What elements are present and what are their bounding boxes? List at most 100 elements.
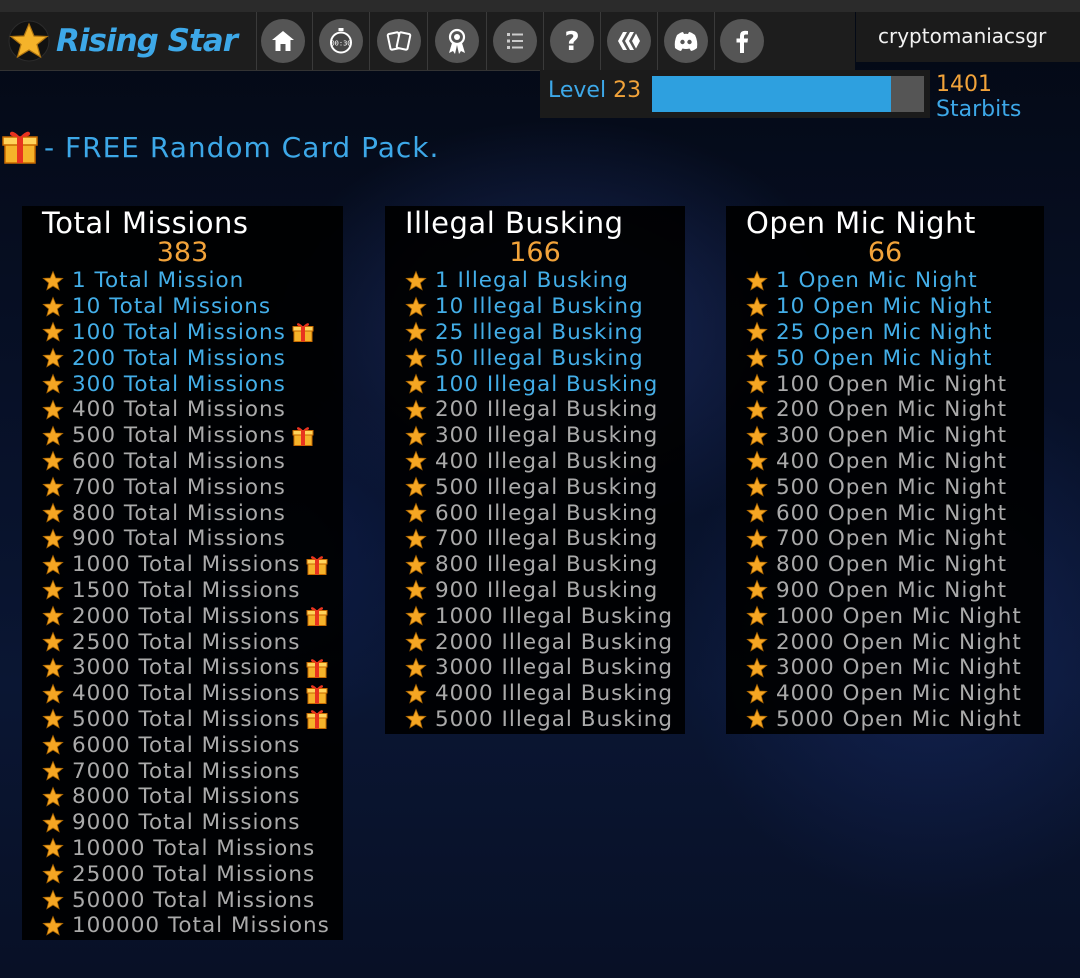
mission-label: 4000 Open Mic Night — [776, 681, 1022, 707]
gift-icon — [306, 555, 328, 575]
star-icon — [42, 657, 64, 678]
home-button[interactable] — [261, 19, 305, 63]
panel-total-missions: Total Missions 383 1 Total Mission 10 Tot… — [22, 206, 343, 940]
star-icon — [42, 476, 64, 497]
mission-item: 700 Illegal Busking — [405, 526, 673, 552]
mission-label: 900 Total Missions — [72, 526, 286, 552]
mission-label: 9000 Total Missions — [72, 810, 301, 836]
hive-button[interactable] — [607, 19, 651, 63]
mission-label: 100 Open Mic Night — [776, 371, 1008, 397]
star-icon — [746, 579, 768, 601]
mission-label: 3000 Illegal Busking — [435, 655, 673, 681]
star-icon — [405, 476, 427, 497]
free-pack-text: - FREE Random Card Pack. — [44, 130, 440, 164]
level-number: 23 — [613, 78, 642, 103]
award-icon — [448, 28, 466, 54]
mission-item: 25 Illegal Busking — [405, 320, 673, 346]
mission-label: 500 Total Missions — [72, 423, 286, 449]
level-label: Level 23 — [548, 78, 641, 103]
panel-title: Open Mic Night — [746, 206, 976, 240]
mission-label: 10 Illegal Busking — [435, 294, 644, 320]
mission-list: 1 Total Mission 10 Total Missions 100 Tota… — [42, 268, 330, 939]
list-icon — [507, 33, 523, 49]
star-icon — [42, 786, 64, 807]
help-button[interactable]: ? — [550, 19, 594, 63]
missions-timer-button[interactable]: 00:30 — [319, 19, 363, 63]
star-icon — [405, 373, 427, 394]
star-icon — [42, 708, 64, 730]
star-icon — [746, 425, 768, 446]
mission-item: 2000 Illegal Busking — [405, 629, 673, 655]
mission-label: 5000 Illegal Busking — [435, 706, 673, 732]
mission-item: 1 Total Mission — [42, 268, 330, 294]
mission-item: 3000 Illegal Busking — [405, 655, 673, 681]
mission-item: 500 Total Missions — [42, 423, 330, 449]
mission-label: 1 Illegal Busking — [435, 268, 629, 294]
mission-list: 1 Open Mic Night 10 Open Mic Night 25 Open… — [746, 268, 1022, 732]
star-icon — [42, 631, 64, 652]
mission-item: 1500 Total Missions — [42, 578, 330, 604]
username[interactable]: cryptomaniacsgr — [878, 24, 1046, 48]
mission-item: 400 Illegal Busking — [405, 449, 673, 475]
star-icon — [746, 296, 768, 317]
mission-item: 500 Open Mic Night — [746, 474, 1022, 500]
nav-separator — [312, 12, 313, 70]
mission-label: 1000 Open Mic Night — [776, 603, 1022, 629]
xp-progress-bar — [652, 76, 924, 112]
mission-label: 25 Illegal Busking — [435, 319, 644, 345]
star-icon — [746, 270, 768, 291]
mission-item: 1 Illegal Busking — [405, 268, 673, 294]
nav-separator — [600, 12, 601, 70]
mission-label: 900 Illegal Busking — [435, 577, 659, 603]
star-icon — [42, 321, 64, 343]
mission-item: 25 Open Mic Night — [746, 320, 1022, 346]
top-strip — [0, 0, 1080, 12]
star-icon — [42, 425, 64, 446]
app-logo[interactable]: Rising Star — [8, 20, 238, 62]
mission-label: 50000 Total Missions — [72, 887, 316, 913]
star-icon — [405, 528, 427, 549]
starbits-label: Starbits — [936, 97, 1022, 122]
discord-button[interactable] — [664, 19, 708, 63]
mission-item: 10000 Total Missions — [42, 836, 330, 862]
mission-item: 10 Illegal Busking — [405, 294, 673, 320]
mission-item: 4000 Illegal Busking — [405, 681, 673, 707]
mission-item: 3000 Total Missions — [42, 655, 330, 681]
mission-label: 7000 Total Missions — [72, 758, 301, 784]
mission-item: 700 Total Missions — [42, 474, 330, 500]
awards-button[interactable] — [435, 19, 479, 63]
mission-item: 1000 Open Mic Night — [746, 603, 1022, 629]
star-icon — [42, 450, 64, 472]
stopwatch-icon: 00:30 — [330, 28, 352, 54]
mission-label: 25 Open Mic Night — [776, 319, 993, 345]
mission-item: 1 Open Mic Night — [746, 268, 1022, 294]
star-icon — [42, 605, 64, 626]
mission-label: 5000 Total Missions — [72, 706, 301, 732]
mission-label: 2000 Illegal Busking — [435, 629, 673, 655]
mission-label: 1 Open Mic Night — [776, 268, 978, 294]
mission-item: 700 Open Mic Night — [746, 526, 1022, 552]
home-icon — [272, 31, 294, 51]
mission-item: 800 Open Mic Night — [746, 552, 1022, 578]
facebook-icon — [736, 30, 748, 53]
star-icon — [42, 734, 64, 755]
app-name: Rising Star — [56, 23, 238, 59]
mission-label: 600 Open Mic Night — [776, 500, 1008, 526]
mission-item: 9000 Total Missions — [42, 810, 330, 836]
mission-label: 200 Illegal Busking — [435, 397, 659, 423]
mission-label: 4000 Illegal Busking — [435, 681, 673, 707]
list-button[interactable] — [493, 19, 537, 63]
star-icon — [746, 373, 768, 394]
facebook-button[interactable] — [720, 19, 764, 63]
star-icon — [405, 605, 427, 626]
mission-item: 5000 Open Mic Night — [746, 707, 1022, 733]
mission-item: 8000 Total Missions — [42, 784, 330, 810]
mission-item: 800 Total Missions — [42, 500, 330, 526]
mission-label: 2000 Total Missions — [72, 603, 301, 629]
star-icon — [746, 657, 768, 678]
mission-item: 4000 Open Mic Night — [746, 681, 1022, 707]
star-icon — [405, 683, 427, 704]
mission-list: 1 Illegal Busking 10 Illegal Busking 25 Il… — [405, 268, 673, 732]
star-icon — [746, 450, 768, 472]
cards-button[interactable] — [377, 19, 421, 63]
